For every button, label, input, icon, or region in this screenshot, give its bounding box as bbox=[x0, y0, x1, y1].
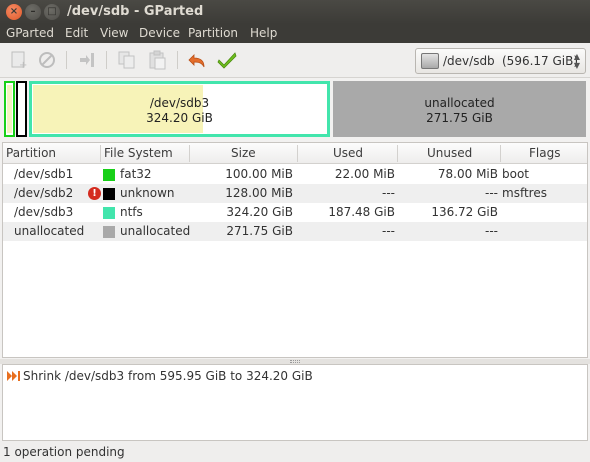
header-used[interactable]: Used bbox=[333, 146, 363, 160]
cell-partition: /dev/sdb1 bbox=[14, 167, 74, 181]
hard-disk-icon bbox=[421, 53, 439, 69]
menu-help[interactable]: Help bbox=[250, 26, 277, 40]
cell-flags: msftres bbox=[502, 186, 547, 200]
cell-filesystem: unallocated bbox=[120, 224, 191, 238]
table-row[interactable]: /dev/sdb2 ! unknown 128.00 MiB --- --- m… bbox=[3, 184, 587, 203]
cell-size: 128.00 MiB bbox=[225, 186, 293, 200]
map-unalloc-size: 271.75 GiB bbox=[426, 111, 493, 125]
cell-size: 324.20 GiB bbox=[226, 205, 293, 219]
title-bar: × – □ /dev/sdb - GParted bbox=[0, 0, 590, 24]
window-title: /dev/sdb - GParted bbox=[67, 4, 204, 19]
undo-icon[interactable] bbox=[186, 49, 208, 71]
header-partition[interactable]: Partition bbox=[6, 146, 56, 160]
delete-icon[interactable] bbox=[36, 49, 58, 71]
device-size: (596.17 GiB) bbox=[502, 54, 579, 68]
cell-flags: boot bbox=[502, 167, 530, 181]
table-row[interactable]: unallocated unallocated 271.75 GiB --- -… bbox=[3, 222, 587, 241]
cell-unused: 78.00 MiB bbox=[437, 167, 498, 181]
cell-unused: --- bbox=[485, 186, 498, 200]
paste-icon[interactable] bbox=[146, 49, 168, 71]
map-partition-sdb3[interactable]: /dev/sdb3 324.20 GiB bbox=[29, 81, 330, 137]
header-filesystem[interactable]: File System bbox=[104, 146, 173, 160]
cell-filesystem: fat32 bbox=[120, 167, 152, 181]
svg-text:+: + bbox=[19, 60, 27, 71]
fs-color-swatch bbox=[103, 169, 115, 181]
minimize-window-button[interactable]: – bbox=[25, 4, 41, 20]
resize-move-icon[interactable] bbox=[76, 49, 98, 71]
cell-filesystem: ntfs bbox=[120, 205, 143, 219]
partition-table: Partition File System Size Used Unused F… bbox=[2, 142, 588, 358]
cell-partition: /dev/sdb2 bbox=[14, 186, 74, 200]
map-partition-sdb1[interactable] bbox=[4, 81, 15, 137]
map-sdb3-name: /dev/sdb3 bbox=[149, 96, 210, 110]
fs-color-swatch bbox=[103, 207, 115, 219]
gparted-window: × – □ /dev/sdb - GParted GParted Edit Vi… bbox=[0, 0, 590, 462]
copy-icon[interactable] bbox=[116, 49, 138, 71]
cell-unused: 136.72 GiB bbox=[431, 205, 498, 219]
menu-edit[interactable]: Edit bbox=[65, 26, 88, 40]
status-bar: 1 operation pending bbox=[0, 441, 590, 462]
device-name: /dev/sdb bbox=[443, 54, 495, 68]
map-partition-sdb2[interactable] bbox=[16, 81, 27, 137]
fs-color-swatch bbox=[103, 188, 115, 200]
map-unalloc-name: unallocated bbox=[424, 96, 495, 110]
cell-used: --- bbox=[382, 186, 395, 200]
splitter-grip[interactable] bbox=[290, 360, 300, 363]
menu-bar: GParted Edit View Device Partition Help bbox=[0, 24, 590, 43]
cell-used: 22.00 MiB bbox=[334, 167, 395, 181]
warning-icon[interactable]: ! bbox=[88, 187, 101, 200]
cell-filesystem: unknown bbox=[120, 186, 175, 200]
cell-used: --- bbox=[382, 224, 395, 238]
cell-size: 100.00 MiB bbox=[225, 167, 293, 181]
cell-size: 271.75 GiB bbox=[226, 224, 293, 238]
toolbar: + /dev/sdb (596.17 GiB) ▲ ▼ bbox=[0, 43, 590, 78]
map-unallocated[interactable]: unallocated 271.75 GiB bbox=[333, 81, 586, 137]
partition-map: /dev/sdb3 324.20 GiB unallocated 271.75 … bbox=[0, 78, 590, 140]
table-header: Partition File System Size Used Unused F… bbox=[3, 143, 587, 164]
fs-color-swatch bbox=[103, 226, 115, 238]
operation-item[interactable]: Shrink /dev/sdb3 from 595.95 GiB to 324.… bbox=[23, 369, 313, 383]
menu-gparted[interactable]: GParted bbox=[6, 26, 54, 40]
header-unused[interactable]: Unused bbox=[427, 146, 472, 160]
header-size[interactable]: Size bbox=[231, 146, 256, 160]
pending-operations-list: Shrink /dev/sdb3 from 595.95 GiB to 324.… bbox=[2, 364, 588, 441]
chevron-updown-icon: ▲ ▼ bbox=[573, 52, 580, 70]
cell-partition: unallocated bbox=[14, 224, 85, 238]
header-flags[interactable]: Flags bbox=[529, 146, 560, 160]
status-text: 1 operation pending bbox=[3, 445, 125, 459]
map-sdb3-size: 324.20 GiB bbox=[146, 111, 213, 125]
cell-used: 187.48 GiB bbox=[328, 205, 395, 219]
table-row[interactable]: /dev/sdb3 ntfs 324.20 GiB 187.48 GiB 136… bbox=[3, 203, 587, 222]
close-window-button[interactable]: × bbox=[6, 4, 22, 20]
menu-partition[interactable]: Partition bbox=[188, 26, 238, 40]
shrink-icon bbox=[6, 370, 20, 382]
menu-view[interactable]: View bbox=[100, 26, 128, 40]
table-row[interactable]: /dev/sdb1 fat32 100.00 MiB 22.00 MiB 78.… bbox=[3, 165, 587, 184]
maximize-window-button[interactable]: □ bbox=[44, 4, 60, 20]
device-selector[interactable]: /dev/sdb (596.17 GiB) ▲ ▼ bbox=[415, 48, 586, 74]
cell-unused: --- bbox=[485, 224, 498, 238]
new-icon[interactable]: + bbox=[8, 49, 30, 71]
cell-partition: /dev/sdb3 bbox=[14, 205, 74, 219]
apply-icon[interactable] bbox=[216, 49, 238, 71]
menu-device[interactable]: Device bbox=[139, 26, 180, 40]
